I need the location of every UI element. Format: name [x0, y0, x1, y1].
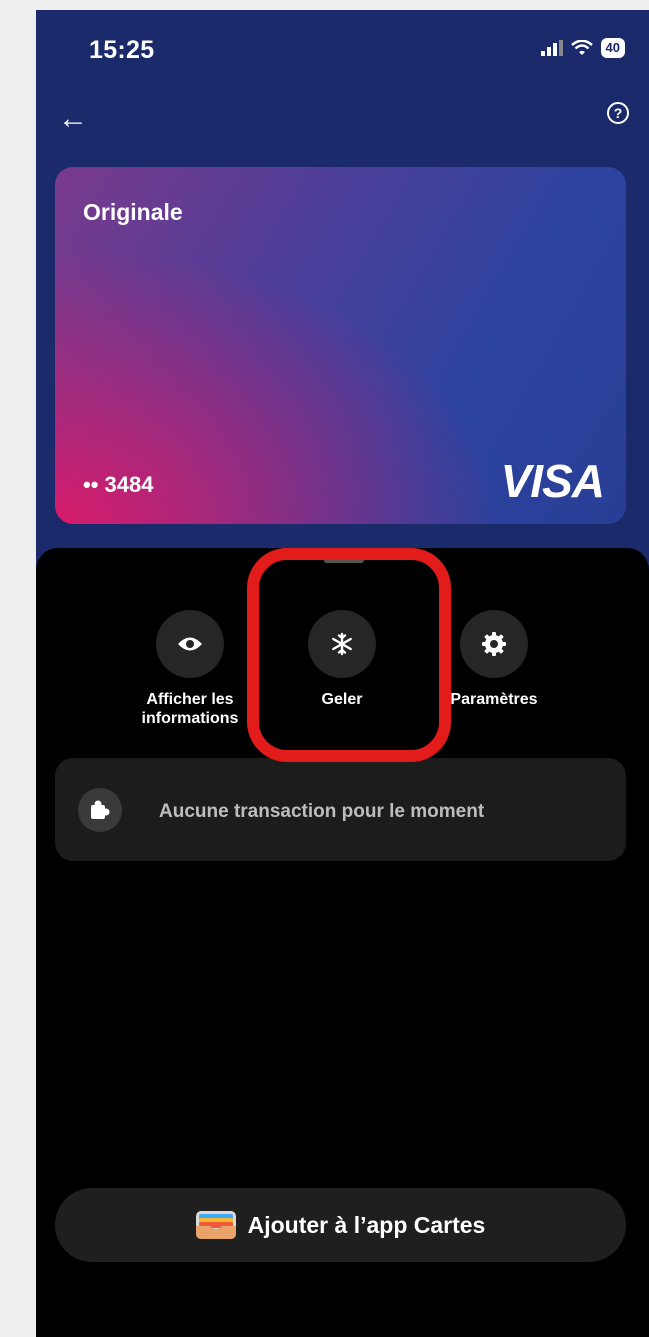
snowflake-icon — [308, 610, 376, 678]
eye-icon — [156, 610, 224, 678]
show-info-button[interactable]: Afficher les informations — [115, 610, 265, 728]
back-arrow-icon[interactable]: ← — [58, 104, 88, 134]
puzzle-icon — [78, 788, 122, 832]
settings-label: Paramètres — [450, 691, 538, 708]
add-to-wallet-button[interactable]: Ajouter à l’app Cartes — [55, 1188, 626, 1262]
show-info-label: Afficher les informations — [141, 691, 239, 727]
add-to-wallet-label: Ajouter à l’app Cartes — [247, 1211, 486, 1238]
visa-logo: VISA — [500, 455, 605, 507]
status-bar: 15:25 40 — [36, 10, 649, 90]
transactions-panel: Aucune transaction pour le moment — [55, 758, 626, 861]
freeze-label: Geler — [321, 691, 363, 708]
card-last-digits: •• 3484 — [83, 472, 154, 497]
status-icons: 40 — [540, 38, 625, 58]
wallet-icon — [195, 1211, 236, 1239]
settings-button[interactable]: Paramètres — [419, 610, 569, 709]
sheet-drag-handle[interactable] — [324, 558, 364, 563]
card-name: Originale — [83, 199, 183, 225]
signal-icon — [540, 40, 563, 56]
nav-bar: ← ? — [36, 100, 649, 144]
wifi-icon — [570, 40, 593, 55]
status-time: 15:25 — [89, 36, 155, 64]
battery-indicator: 40 — [600, 38, 625, 58]
freeze-button[interactable]: Geler — [267, 610, 417, 709]
visa-card[interactable]: Originale •• 3484 VISA — [55, 167, 626, 524]
help-icon[interactable]: ? — [607, 102, 629, 124]
phone-screen: 15:25 40 ← ? Originale •• 3484 VISA Affi… — [36, 10, 649, 1337]
empty-transactions-text: Aucune transaction pour le moment — [159, 801, 485, 822]
gear-icon — [460, 610, 528, 678]
bottom-sheet: Afficher les informations Geler Paramètr… — [36, 548, 649, 1337]
